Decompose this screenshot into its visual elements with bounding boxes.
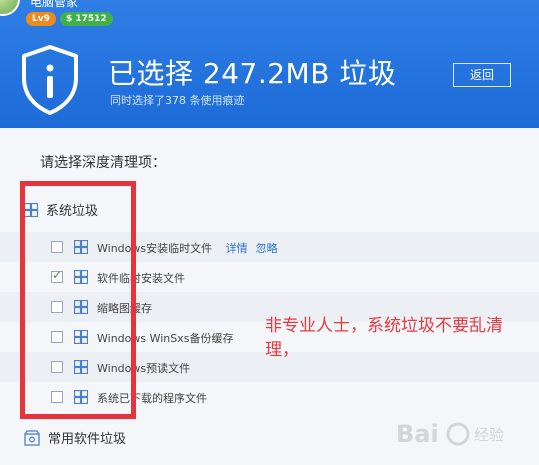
header-banner: 电脑管家 Lv9 $ 17512 已选择 247.2MB 垃圾 同时选择了378…: [0, 0, 539, 128]
level-badge: Lv9: [26, 12, 56, 26]
watermark-logo: Bai 经验: [396, 420, 504, 448]
details-link[interactable]: 详情: [226, 242, 248, 255]
app-name: 电脑管家: [30, 0, 79, 9]
page-title: 已选择 247.2MB 垃圾: [108, 57, 397, 90]
prompt-label: 请选择深度清理项：: [40, 155, 166, 171]
avatar[interactable]: [0, 0, 20, 16]
annotation-note: 非专业人士，系统垃圾不要乱清理，: [265, 316, 503, 360]
svg-text:Bai: Bai: [396, 420, 439, 448]
shield-icon: [22, 45, 78, 115]
svg-text:经验: 经验: [474, 426, 504, 444]
annotation-highlight-box: [20, 181, 136, 419]
box-icon: [24, 429, 40, 446]
page-subtitle: 同时选择了378 条使用痕迹: [110, 94, 245, 107]
section-software-junk[interactable]: 常用软件垃圾: [24, 428, 126, 447]
ignore-link[interactable]: 忽略: [256, 242, 278, 255]
section-label: 常用软件垃圾: [48, 432, 127, 447]
back-button[interactable]: 返回: [453, 63, 511, 87]
coins-badge: $ 17512: [60, 12, 113, 26]
